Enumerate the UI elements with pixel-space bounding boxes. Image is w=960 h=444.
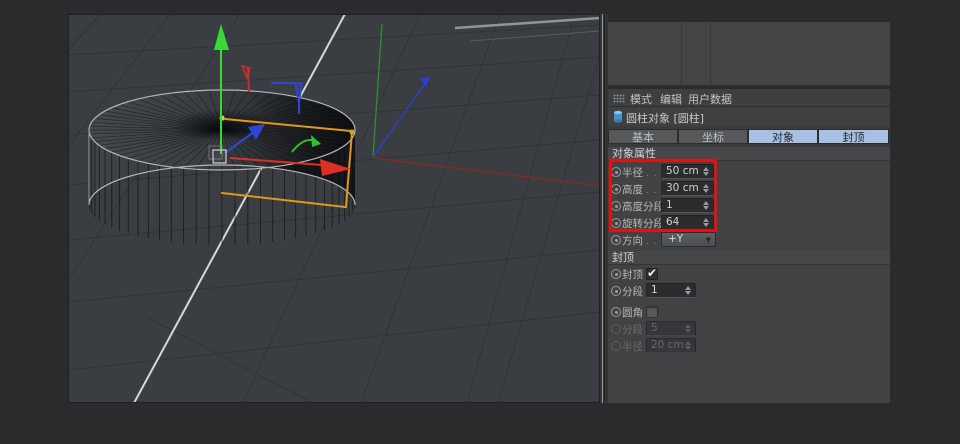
grip-dots-icon[interactable] [613,93,625,106]
splitter-shadow [604,14,605,403]
attr-label: 方向. . . [622,235,666,247]
handle-dot-edge[interactable] [349,129,355,135]
attr-row-fillet-radius: 半径 20 cm [608,338,890,353]
attr-label: 封顶 [622,269,643,281]
attr-row-cap-segments: 分段 1 [608,283,890,298]
radio-icon[interactable] [611,218,621,228]
attr-row-fillet: 圆角 [608,304,890,319]
spinner-icon [685,323,692,334]
attr-label: 高度分段 [622,201,664,213]
panel-splitter[interactable] [600,14,608,403]
spinner-icon[interactable] [703,217,710,228]
spinner-icon[interactable] [703,183,710,194]
attr-label: 半径. . . [622,167,666,179]
menu-userdata[interactable]: 用户数据 [688,91,732,107]
spinner-icon[interactable] [703,200,710,211]
attr-label: 半径 [622,341,643,353]
attr-row-rotation-segments: 旋转分段 64 [608,215,890,230]
spinner-icon [685,340,692,351]
viewport-background [68,14,600,403]
attr-label: 分段 [622,286,643,298]
attr-label: 圆角 [622,307,643,319]
dropdown-arrow-icon: ▼ [705,236,711,244]
section-header-object-properties[interactable]: 对象属性 [608,147,890,161]
attr-label: 高度. . . [622,184,666,196]
attr-row-caps: 封顶 ✔ [608,266,890,281]
caps-checkbox[interactable]: ✔ [646,266,658,280]
column-divider [710,22,711,85]
attr-row-height-segments: 高度分段 1 [608,198,890,213]
attribute-menubar: 模式 编辑 用户数据 [608,89,890,107]
attr-label: 分段 [622,324,643,336]
column-divider [681,22,682,85]
height-field[interactable]: 30 cm [661,181,714,196]
section-header-caps[interactable]: 封顶 [608,251,890,265]
radio-icon[interactable] [611,184,621,194]
tab-coordinates[interactable]: 坐标 [678,129,748,144]
viewport-scene [68,14,600,403]
attr-row-orientation: 方向. . . +Y ▼ [608,232,890,247]
spinner-icon[interactable] [685,285,692,296]
radius-field[interactable]: 50 cm [661,164,714,179]
radio-icon[interactable] [611,286,621,296]
radio-icon[interactable] [611,167,621,177]
tab-caps[interactable]: 封顶 [818,129,889,144]
splitter-highlight [602,14,603,403]
radio-icon[interactable] [611,201,621,211]
tab-basic[interactable]: 基本 [608,129,678,144]
attr-row-fillet-segments: 分段 5 [608,321,890,336]
cap-segments-field[interactable]: 1 [646,283,696,298]
tab-object[interactable]: 对象 [748,129,818,144]
fillet-radius-field: 20 cm [646,338,696,353]
viewport-3d[interactable] [68,14,600,403]
tab-bar: 基本 坐标 对象 封顶 [608,126,890,147]
radio-icon [611,324,621,334]
cylinder-icon [613,110,623,126]
object-header[interactable]: 圆柱对象 [圆柱] [608,107,890,126]
menu-mode[interactable]: 模式 [630,91,652,107]
object-manager-empty[interactable] [608,22,890,86]
radio-icon[interactable] [611,235,621,245]
app-window: 模式 编辑 用户数据 圆柱对象 [圆柱] 基本 坐标 对象 封顶 对象属性 半径… [0,0,960,444]
menu-edit[interactable]: 编辑 [660,91,682,107]
gizmo-center-cube[interactable] [212,149,227,164]
radio-icon[interactable] [611,307,621,317]
fillet-segments-field: 5 [646,321,696,336]
check-icon: ✔ [647,266,658,280]
orientation-dropdown[interactable]: +Y ▼ [661,232,716,247]
attr-row-radius: 半径. . . 50 cm [608,164,890,179]
height-segments-field[interactable]: 1 [661,198,714,213]
fillet-checkbox[interactable] [646,306,658,318]
attr-row-height: 高度. . . 30 cm [608,181,890,196]
radio-icon[interactable] [611,269,621,279]
rotation-banner-x-tail [247,67,250,93]
rotation-segments-field[interactable]: 64 [661,215,714,230]
attr-label: 旋转分段 [622,218,664,230]
attribute-manager: 模式 编辑 用户数据 圆柱对象 [圆柱] 基本 坐标 对象 封顶 对象属性 半径… [608,22,890,403]
object-title: 圆柱对象 [圆柱] [626,112,705,125]
spinner-icon[interactable] [703,166,710,177]
radio-icon [611,341,621,351]
